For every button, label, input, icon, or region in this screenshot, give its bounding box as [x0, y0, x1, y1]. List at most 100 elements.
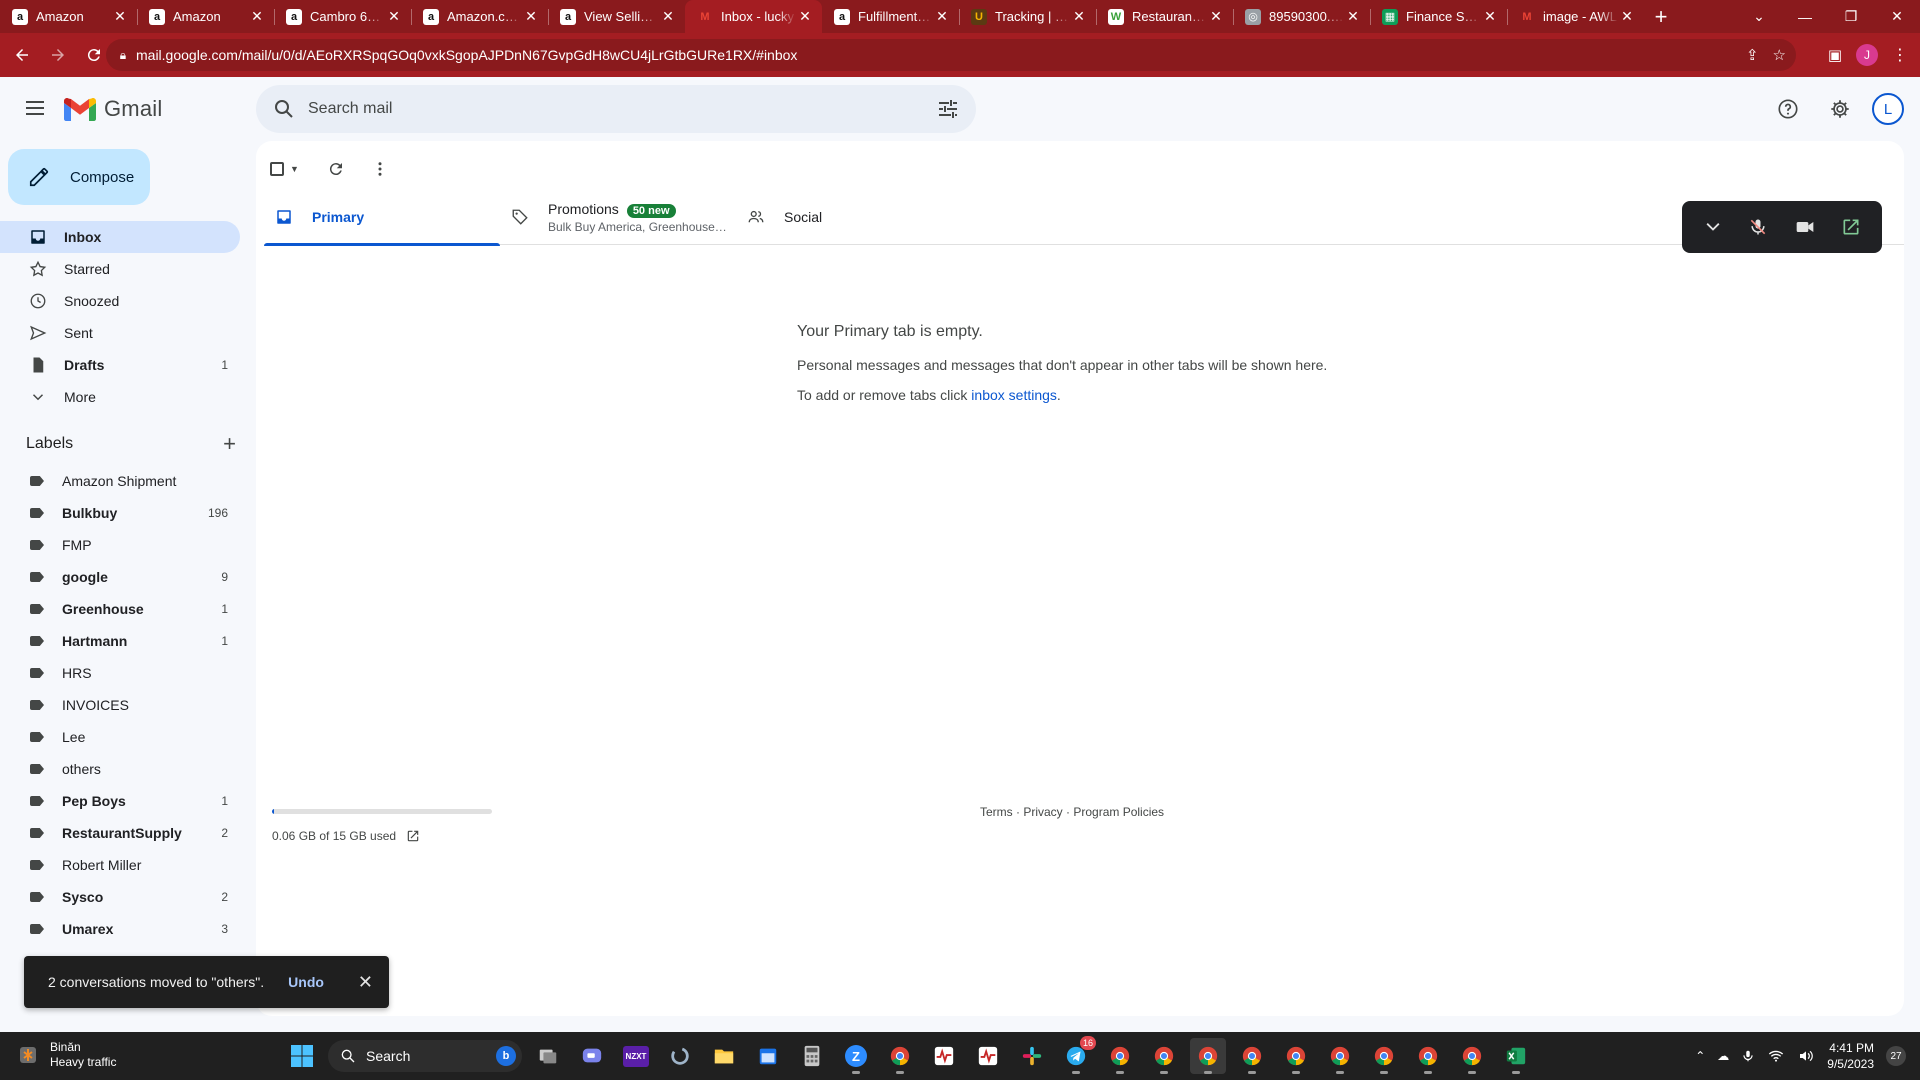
browser-tab[interactable]: W Restaurant Su ✕	[1096, 0, 1233, 33]
sidebar-item-starred[interactable]: Starred	[0, 253, 240, 285]
label-item[interactable]: FMP	[0, 529, 240, 561]
chrome-profile-window-button[interactable]	[1278, 1038, 1314, 1074]
browser-tab[interactable]: a View Selling A ✕	[548, 0, 685, 33]
chrome-profile-window-button[interactable]	[1322, 1038, 1358, 1074]
refresh-icon[interactable]	[327, 160, 345, 178]
label-item[interactable]: Lee	[0, 721, 240, 753]
close-tab-icon[interactable]: ✕	[1481, 8, 1499, 25]
label-item[interactable]: Robert Miller	[0, 849, 240, 881]
back-button[interactable]	[8, 41, 36, 69]
browser-tab[interactable]: Mimage - AWL ✕	[1507, 0, 1644, 33]
excel-button[interactable]	[1498, 1038, 1534, 1074]
nzxt-cam-button[interactable]: NZXT	[618, 1038, 654, 1074]
chrome-button[interactable]	[882, 1038, 918, 1074]
zoom-button[interactable]: Z	[838, 1038, 874, 1074]
close-tab-icon[interactable]: ✕	[933, 8, 951, 25]
minimize-button[interactable]: —	[1782, 0, 1828, 33]
support-button[interactable]	[1768, 89, 1808, 129]
wifi-icon[interactable]	[1767, 1048, 1785, 1064]
lock-icon[interactable]: 🔒︎	[110, 48, 136, 63]
address-bar[interactable]: 🔒︎ mail.google.com/mail/u/0/d/AEoRXRSpqG…	[106, 39, 1796, 71]
share-icon[interactable]: ⇪	[1746, 46, 1759, 64]
browser-tab[interactable]: M Inbox - lucky ✕	[685, 0, 822, 33]
browser-tab[interactable]: U Tracking | UPS✕	[959, 0, 1096, 33]
browser-tab[interactable]: a Amazon ✕	[0, 0, 137, 33]
settings-button[interactable]	[1820, 89, 1860, 129]
external-link-icon[interactable]	[406, 829, 420, 843]
close-tab-icon[interactable]: ✕	[111, 8, 129, 25]
browser-tab[interactable]: a Cambro 6SFS ✕	[274, 0, 411, 33]
chrome-profile-window-button[interactable]	[1102, 1038, 1138, 1074]
account-avatar[interactable]: L	[1872, 93, 1904, 125]
terms-link[interactable]: Terms	[980, 805, 1013, 819]
gmail-logo[interactable]: Gmail	[64, 96, 162, 122]
tab-primary[interactable]: Primary	[264, 189, 500, 246]
close-tab-icon[interactable]: ✕	[385, 8, 403, 25]
video-camera-icon[interactable]	[1794, 217, 1816, 237]
microphone-icon[interactable]	[1741, 1048, 1755, 1064]
privacy-link[interactable]: Privacy	[1023, 805, 1062, 819]
calculator-button[interactable]	[794, 1038, 830, 1074]
task-view-button[interactable]	[530, 1038, 566, 1074]
chevron-down-icon[interactable]	[1703, 217, 1723, 237]
tab-search-icon[interactable]: ⌄	[1736, 0, 1782, 33]
search-bar[interactable]: Search mail	[256, 85, 976, 133]
compose-button[interactable]: Compose	[8, 149, 150, 205]
program-policies-link[interactable]: Program Policies	[1073, 805, 1164, 819]
label-item[interactable]: Pep Boys 1	[0, 785, 240, 817]
close-tab-icon[interactable]: ✕	[1344, 8, 1362, 25]
chrome-profile-window-button[interactable]	[1190, 1038, 1226, 1074]
start-button[interactable]	[284, 1038, 320, 1074]
close-tab-icon[interactable]: ✕	[1207, 8, 1225, 25]
create-label-button[interactable]: +	[223, 431, 236, 457]
close-tab-icon[interactable]: ✕	[659, 8, 677, 25]
close-tab-icon[interactable]: ✕	[796, 8, 814, 25]
onedrive-cloud-icon[interactable]: ☁	[1717, 1049, 1729, 1063]
restore-button[interactable]: ❐	[1828, 0, 1874, 33]
inbox-settings-link[interactable]: inbox settings	[971, 387, 1057, 403]
chrome-profile-window-button[interactable]	[1454, 1038, 1490, 1074]
label-item[interactable]: Amazon Shipment	[0, 465, 240, 497]
search-options-icon[interactable]	[936, 97, 960, 121]
telegram-button[interactable]: 16	[1058, 1036, 1096, 1074]
chrome-menu-icon[interactable]: ⋮	[1892, 45, 1908, 65]
close-tab-icon[interactable]: ✕	[1070, 8, 1088, 25]
chrome-profile-window-button[interactable]	[1410, 1038, 1446, 1074]
undo-button[interactable]: Undo	[288, 974, 324, 990]
sidebar-item-snoozed[interactable]: Snoozed	[0, 285, 240, 317]
browser-tab[interactable]: ▦ Finance Sheet✕	[1370, 0, 1507, 33]
teams-chat-button[interactable]	[574, 1038, 610, 1074]
label-item[interactable]: Umarex 3	[0, 913, 240, 945]
chrome-profile-avatar[interactable]: J	[1856, 44, 1878, 66]
slack-button[interactable]	[1014, 1038, 1050, 1074]
close-icon[interactable]: ✕	[358, 972, 373, 993]
app-button-ring[interactable]	[662, 1038, 698, 1074]
search-input[interactable]: Search mail	[308, 100, 392, 118]
app-button-ecg-2[interactable]	[970, 1038, 1006, 1074]
chrome-profile-window-button[interactable]	[1234, 1038, 1270, 1074]
show-hidden-icons-chevron-icon[interactable]: ⌃	[1695, 1049, 1705, 1063]
label-item[interactable]: others	[0, 753, 240, 785]
sidebar-item-inbox[interactable]: Inbox	[0, 221, 240, 253]
pop-out-icon[interactable]	[1841, 217, 1861, 237]
close-tab-icon[interactable]: ✕	[1618, 8, 1636, 25]
forward-button[interactable]	[44, 41, 72, 69]
sidebar-item-drafts[interactable]: Drafts 1	[0, 349, 240, 381]
calendar-button[interactable]	[750, 1038, 786, 1074]
close-tab-icon[interactable]: ✕	[248, 8, 266, 25]
chrome-profile-window-button[interactable]	[1146, 1038, 1182, 1074]
reload-button[interactable]	[80, 41, 108, 69]
close-window-button[interactable]: ✕	[1874, 0, 1920, 33]
bookmark-star-icon[interactable]: ☆	[1773, 46, 1786, 64]
close-tab-icon[interactable]: ✕	[522, 8, 540, 25]
mic-off-icon[interactable]	[1748, 217, 1768, 237]
label-item[interactable]: google 9	[0, 561, 240, 593]
search-icon[interactable]	[272, 97, 296, 121]
notification-count[interactable]: 27	[1886, 1046, 1906, 1066]
weather-widget[interactable]: Binăn Heavy traffic	[16, 1040, 116, 1070]
browser-tab[interactable]: a Amazon.com: ✕	[411, 0, 548, 33]
label-item[interactable]: HRS	[0, 657, 240, 689]
browser-tab[interactable]: a Amazon ✕	[137, 0, 274, 33]
new-tab-button[interactable]: +	[1644, 0, 1678, 33]
main-menu-icon[interactable]	[24, 97, 48, 121]
